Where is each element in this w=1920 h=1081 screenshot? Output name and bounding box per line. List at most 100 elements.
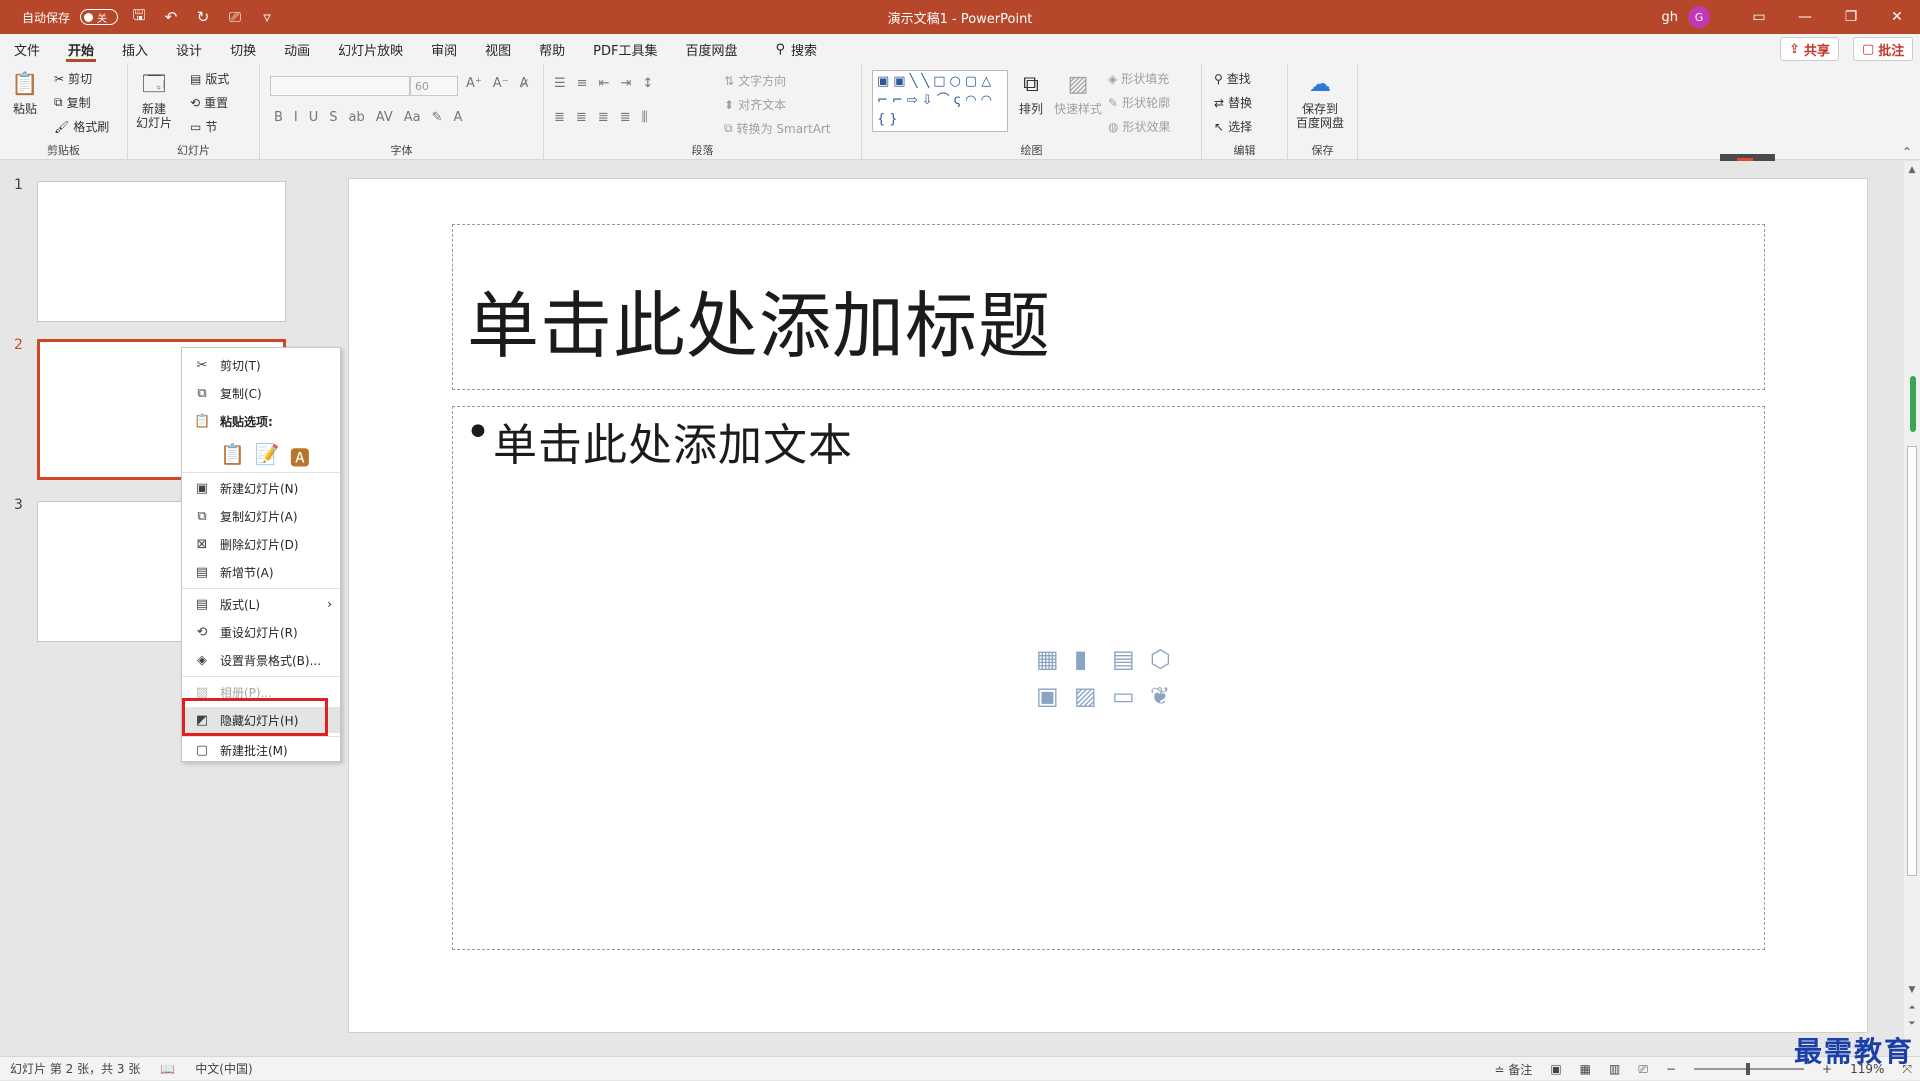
tab-pdf-tools[interactable]: PDF工具集 (579, 34, 671, 64)
scrollbar-thumb[interactable] (1907, 446, 1917, 876)
justify-icon[interactable]: ≣ (620, 110, 631, 125)
vertical-textbox-icon[interactable]: ▣ (893, 73, 905, 90)
quick-styles-button[interactable]: ▨ 快速样式 (1054, 70, 1102, 117)
insert-picture-icon[interactable]: ▣ (1036, 682, 1072, 715)
avatar[interactable]: G (1688, 6, 1710, 28)
align-left-icon[interactable]: ≣ (554, 110, 565, 125)
menu-item-format-background[interactable]: ◈ 设置背景格式(B)... (182, 647, 340, 673)
slideshow-view-icon[interactable]: ⎚ (1638, 1062, 1648, 1077)
insert-icon-icon[interactable]: ❦ (1150, 682, 1186, 715)
line-shape-icon[interactable]: ╲ (910, 73, 918, 90)
shape-outline-button[interactable]: ✎ 形状轮廓 (1108, 94, 1170, 111)
menu-item-new-comment[interactable]: ▢ 新建批注(M) (182, 737, 340, 763)
convert-smartart-button[interactable]: ⧉ 转换为 SmartArt (724, 120, 831, 137)
oval-shape-icon[interactable]: ○ (950, 73, 961, 90)
strikethrough-icon[interactable]: ab (349, 110, 365, 125)
ribbon-display-icon[interactable]: ▭ (1736, 0, 1782, 34)
paste-text-only-icon[interactable]: 🅰 (290, 442, 310, 471)
tab-animations[interactable]: 动画 (270, 34, 324, 64)
customize-qat-icon[interactable]: ▿ (256, 6, 278, 28)
insert-chart-icon[interactable]: ▮ (1074, 645, 1110, 678)
user-name[interactable]: gh (1662, 10, 1679, 25)
tab-file[interactable]: 文件 (0, 34, 54, 64)
freeform-icon[interactable]: ς (954, 92, 962, 109)
normal-view-icon[interactable]: ▣ (1550, 1062, 1561, 1076)
share-button[interactable]: ⇪ 共享 (1780, 37, 1839, 61)
insert-table-icon[interactable]: ▦ (1036, 645, 1072, 678)
brace-right-icon[interactable]: } (889, 111, 897, 128)
autosave-toggle[interactable]: 关 (80, 9, 119, 25)
notes-button[interactable]: ≐ 备注 (1494, 1061, 1532, 1078)
align-right-icon[interactable]: ≣ (598, 110, 609, 125)
shapes-gallery[interactable]: ▣ ▣ ╲ ╲ □ ○ ▢ △ ⌐ ⌐ ⇨ ⇩ ⌒ ς ◠ ◠{} (872, 70, 1008, 132)
text-direction-button[interactable]: ⇅ 文字方向 (724, 72, 786, 89)
connector-icon[interactable]: ⌐ (892, 92, 903, 109)
search-box[interactable]: ⚲ 搜索 (752, 40, 818, 59)
slide-thumbnail-1[interactable] (37, 181, 286, 322)
line-spacing-icon[interactable]: ↕ (642, 76, 653, 91)
menu-item-new-section[interactable]: ▤ 新增节(A) (182, 559, 340, 585)
underline-icon[interactable]: U (309, 110, 319, 125)
brace-left-icon[interactable]: { (877, 111, 885, 128)
arc-icon[interactable]: ◠ (981, 92, 992, 109)
cut-button[interactable]: ✂ 剪切 (54, 70, 92, 87)
slide-sorter-icon[interactable]: ▦ (1580, 1062, 1591, 1076)
new-slide-button[interactable]: 🗔 新建 幻灯片 (136, 70, 172, 131)
change-case-icon[interactable]: Aa (404, 110, 421, 125)
font-size-combo[interactable]: 60 (410, 76, 458, 96)
curve-shape-icon[interactable]: ⌒ (937, 92, 950, 109)
tab-home[interactable]: 开始 (54, 34, 108, 64)
redo-icon[interactable]: ↻ (192, 6, 214, 28)
shape-fill-button[interactable]: ◈ 形状填充 (1108, 70, 1169, 87)
restore-icon[interactable]: ❐ (1828, 0, 1874, 34)
reset-button[interactable]: ⟲ 重置 (190, 94, 228, 111)
menu-item-delete-slide[interactable]: ⊠ 删除幻灯片(D) (182, 531, 340, 557)
title-placeholder[interactable]: 单击此处添加标题 (452, 224, 1765, 390)
menu-item-reset-slide[interactable]: ⟲ 重设幻灯片(R) (182, 619, 340, 645)
arrange-button[interactable]: ⧉ 排列 (1016, 70, 1046, 117)
copy-button[interactable]: ⧉ 复制 (54, 94, 91, 111)
scroll-up-icon[interactable]: ▲ (1904, 165, 1920, 175)
vertical-scrollbar[interactable]: ▲ ▼ ⏶ ⏷ (1904, 161, 1920, 1056)
font-name-combo[interactable] (270, 76, 410, 96)
bullets-icon[interactable]: ☰ (554, 76, 566, 91)
collapse-ribbon-icon[interactable]: ⌃ (1902, 145, 1912, 159)
tab-transitions[interactable]: 切换 (216, 34, 270, 64)
section-button[interactable]: ▭ 节 (190, 118, 217, 135)
shape-effects-button[interactable]: ◍ 形状效果 (1108, 118, 1171, 135)
zoom-slider[interactable] (1694, 1063, 1805, 1075)
triangle-shape-icon[interactable]: △ (981, 73, 991, 90)
menu-item-cut[interactable]: ✂ 剪切(T) (182, 352, 340, 378)
insert-3d-model-icon[interactable]: ⬡ (1150, 645, 1186, 678)
layout-button[interactable]: ▤ 版式 (190, 70, 229, 87)
tab-view[interactable]: 视图 (471, 34, 525, 64)
arc-icon[interactable]: ◠ (965, 92, 976, 109)
previous-slide-icon[interactable]: ⏶ (1904, 1003, 1920, 1013)
comment-button[interactable]: ▢ 批注 (1853, 37, 1914, 61)
shadow-icon[interactable]: S (329, 110, 337, 125)
insert-smartart-icon[interactable]: ▤ (1112, 645, 1148, 678)
format-painter-button[interactable]: 🖌 格式刷 (54, 118, 109, 135)
connector-icon[interactable]: ⌐ (877, 92, 888, 109)
font-color-icon[interactable]: A (454, 110, 463, 125)
tab-insert[interactable]: 插入 (108, 34, 162, 64)
insert-online-picture-icon[interactable]: ▨ (1074, 682, 1110, 715)
tab-baidu-netdisk[interactable]: 百度网盘 (671, 34, 751, 64)
save-baidu-button[interactable]: ☁ 保存到 百度网盘 (1296, 70, 1344, 131)
paste-keep-source-icon[interactable]: 📝 (255, 442, 280, 471)
save-icon[interactable]: 🖫 (128, 6, 150, 28)
tab-slideshow[interactable]: 幻灯片放映 (324, 34, 417, 64)
arrow-down-shape-icon[interactable]: ⇩ (922, 92, 933, 109)
menu-item-layout[interactable]: ▤ 版式(L) › (182, 591, 340, 617)
char-spacing-icon[interactable]: AV (376, 110, 393, 125)
present-icon[interactable]: ⎚ (224, 6, 246, 28)
align-text-button[interactable]: ⬍ 对齐文本 (724, 96, 786, 113)
align-center-icon[interactable]: ≣ (576, 110, 587, 125)
zoom-out-icon[interactable]: − (1666, 1062, 1676, 1076)
next-slide-icon[interactable]: ⏷ (1904, 1019, 1920, 1029)
insert-video-icon[interactable]: ▭ (1112, 682, 1148, 715)
menu-item-new-slide[interactable]: ▣ 新建幻灯片(N) (182, 475, 340, 501)
decrease-indent-icon[interactable]: ⇤ (599, 76, 610, 91)
language-indicator[interactable]: 中文(中国) (185, 1060, 262, 1077)
numbering-icon[interactable]: ≡ (577, 76, 588, 91)
